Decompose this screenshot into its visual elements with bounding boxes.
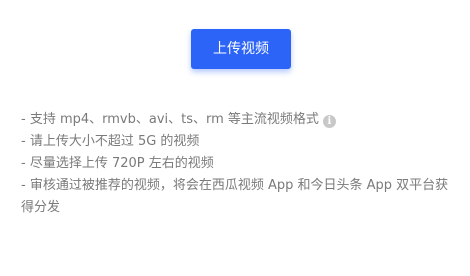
tip-format-text: - 支持 mp4、rmvb、avi、ts、rm 等主流视频格式 — [21, 112, 319, 127]
tip-resolution: - 尽量选择上传 720P 左右的视频 — [21, 156, 214, 171]
tip-size: - 请上传大小不超过 5G 的视频 — [21, 134, 200, 149]
upload-video-button[interactable]: 上传视频 — [191, 29, 291, 69]
info-icon[interactable]: i — [322, 115, 336, 128]
tip-distribution: - 审核通过被推荐的视频，将会在西瓜视频 App 和今日头条 App 双平台获得… — [21, 178, 449, 215]
tip-format: - 支持 mp4、rmvb、avi、ts、rm 等主流视频格式 i — [21, 109, 461, 131]
upload-tips: - 支持 mp4、rmvb、avi、ts、rm 等主流视频格式 i - 请上传大小… — [21, 109, 461, 219]
upload-video-button-label: 上传视频 — [213, 41, 269, 57]
